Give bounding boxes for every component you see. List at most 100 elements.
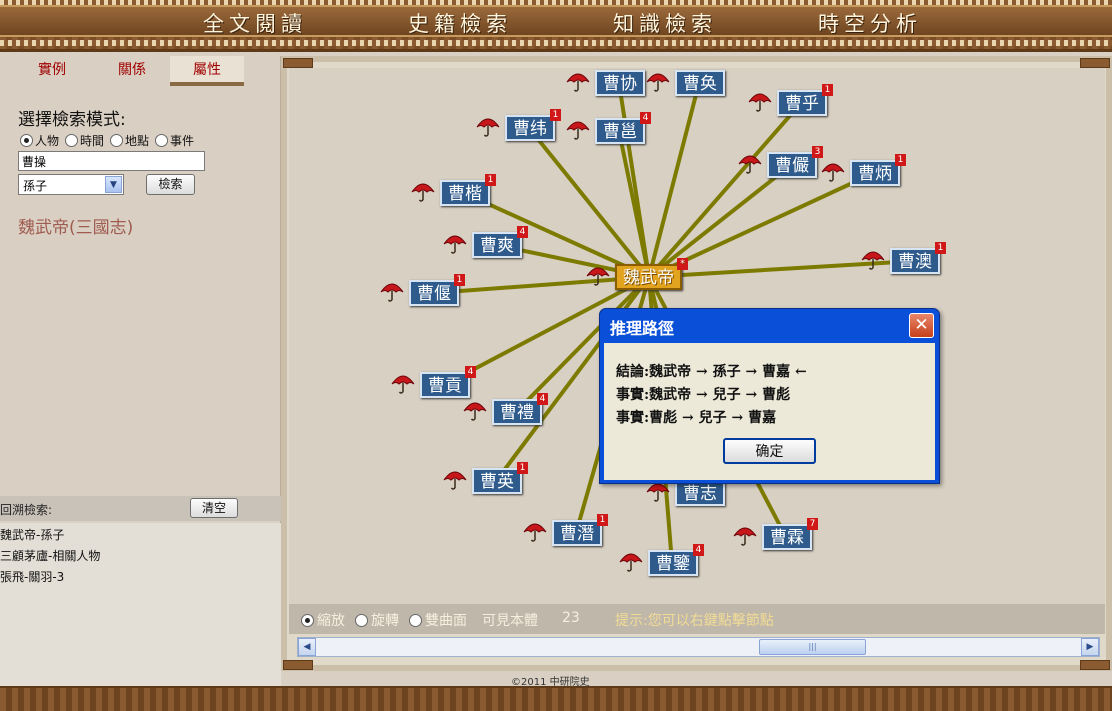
visible-count: 23 — [562, 610, 580, 626]
graph-node[interactable]: 曹协 — [595, 70, 645, 96]
history-item[interactable]: 魏武帝-孫子 — [0, 525, 281, 546]
umbrella-icon[interactable] — [732, 522, 758, 546]
tab-instance[interactable]: 實例 — [6, 56, 98, 86]
hyperbolic-radio[interactable]: 雙曲面 — [409, 610, 467, 630]
mode-event-label: 事件 — [170, 134, 195, 148]
umbrella-icon[interactable] — [475, 113, 501, 137]
umbrella-icon[interactable] — [565, 116, 591, 140]
graph-node[interactable]: 曹英 1 — [472, 462, 528, 494]
rotate-radio[interactable]: 旋轉 — [355, 610, 399, 630]
graph-node[interactable]: 曹爽 4 — [472, 226, 528, 258]
search-button[interactable]: 檢索 — [146, 174, 195, 195]
scroll-right-icon[interactable]: ▶ — [1081, 638, 1099, 656]
radio-icon — [355, 613, 368, 627]
clear-history-button[interactable]: 清空 — [190, 498, 238, 518]
graph-node[interactable]: 曹澳 1 — [890, 242, 946, 274]
mode-person-radio[interactable]: 人物 — [20, 132, 59, 149]
umbrella-icon[interactable] — [379, 278, 405, 302]
umbrella-icon[interactable] — [565, 68, 591, 92]
umbrella-icon[interactable] — [585, 262, 611, 286]
node-count-badge: 1 — [895, 154, 906, 166]
radio-icon — [65, 134, 79, 147]
graph-node[interactable]: 曹霖 7 — [762, 518, 818, 550]
nav-spacetime-analysis[interactable]: 時空分析 — [818, 8, 922, 38]
umbrella-icon[interactable] — [442, 466, 468, 490]
scrollbar-thumb[interactable]: ||| — [759, 639, 866, 655]
frame-corner-ornament — [1080, 660, 1110, 670]
umbrella-icon[interactable] — [462, 397, 488, 421]
graph-node[interactable]: 曹禮 4 — [492, 393, 548, 425]
graph-node[interactable]: 曹纬 1 — [505, 109, 561, 141]
tab-relation[interactable]: 關係 — [86, 56, 178, 86]
umbrella-icon[interactable] — [522, 518, 548, 542]
dialog-title: 推理路徑 — [610, 319, 675, 338]
umbrella-icon[interactable] — [645, 68, 671, 92]
left-panel: 實例 關係 屬性 選擇檢索模式: 人物 時間 地點 事件 孫子 ▼ 檢索 魏武帝… — [0, 56, 281, 686]
node-count-badge: 1 — [935, 242, 946, 254]
dialog-body: 結論:魏武帝 → 孫子 → 曹嘉 ← 事實:魏武帝 → 兒子 → 曹彪 事實:曹… — [604, 343, 935, 480]
umbrella-icon[interactable] — [860, 246, 886, 270]
nav-knowledge-search[interactable]: 知識檢索 — [613, 8, 717, 38]
tab-attribute[interactable]: 屬性 — [170, 56, 244, 86]
left-tabs: 實例 關係 屬性 — [0, 56, 281, 86]
history-item[interactable]: 張飛-關羽-3 — [0, 567, 281, 588]
node-count-badge: 1 — [485, 174, 496, 186]
nav-full-text-reading[interactable]: 全文閱讀 — [203, 8, 307, 38]
graph-node[interactable]: 曹楷 1 — [440, 174, 496, 206]
node-count-badge: 3 — [812, 146, 823, 158]
node-count-badge: 4 — [693, 544, 704, 556]
scroll-left-icon[interactable]: ◀ — [298, 638, 316, 656]
graph-node-label: 曹霖 — [770, 528, 804, 548]
search-result-link[interactable]: 魏武帝(三國志) — [18, 213, 133, 238]
dialog-line-fact: 事實:曹彪 → 兒子 → 曹嘉 — [616, 410, 777, 426]
graph-node[interactable]: 曹儼 3 — [767, 146, 823, 178]
umbrella-icon[interactable] — [737, 150, 763, 174]
umbrella-icon[interactable] — [390, 370, 416, 394]
graph-node[interactable]: 曹鑒 4 — [648, 544, 704, 576]
umbrella-icon[interactable] — [442, 230, 468, 254]
history-item[interactable]: 三顧茅廬-相關人物 — [0, 546, 281, 567]
umbrella-icon[interactable] — [747, 88, 773, 112]
fret-border-bottom — [0, 40, 1112, 46]
relation-select[interactable]: 孫子 ▼ — [18, 174, 124, 195]
close-icon[interactable]: ✕ — [909, 313, 934, 338]
graph-node-label: 曹偃 — [417, 284, 451, 304]
graph-node-label: 曹貢 — [428, 376, 462, 396]
graph-node[interactable]: 曹貢 4 — [420, 366, 476, 398]
graph-node[interactable]: 曹邕 4 — [595, 112, 651, 144]
nav-history-search[interactable]: 史籍檢索 — [408, 8, 512, 38]
graph-center-node[interactable]: 魏武帝 * — [615, 258, 688, 290]
mode-time-radio[interactable]: 時間 — [65, 132, 104, 149]
node-count-badge: * — [677, 258, 688, 270]
umbrella-icon[interactable] — [820, 158, 846, 182]
umbrella-icon[interactable] — [618, 548, 644, 572]
graph-node[interactable]: 曹偃 1 — [409, 274, 465, 306]
chevron-down-icon[interactable]: ▼ — [105, 176, 122, 193]
node-count-badge: 1 — [517, 462, 528, 474]
mode-event-radio[interactable]: 事件 — [155, 132, 194, 149]
umbrella-icon[interactable] — [410, 178, 436, 202]
node-count-badge: 4 — [465, 366, 476, 378]
node-count-badge: 1 — [822, 84, 833, 96]
zoom-radio[interactable]: 縮放 — [301, 610, 345, 630]
mode-place-label: 地點 — [125, 134, 150, 148]
graph-node[interactable]: 曹奂 — [675, 70, 725, 96]
graph-node-label: 曹炳 — [858, 164, 892, 184]
horizontal-scrollbar[interactable]: ◀ ||| ▶ — [297, 637, 1100, 657]
graph-node[interactable]: 曹乎 1 — [777, 84, 833, 116]
relation-select-value: 孫子 — [23, 179, 48, 193]
bottom-banner — [0, 686, 1112, 711]
graph-node[interactable]: 曹炳 1 — [850, 154, 906, 186]
dialog-ok-button[interactable]: 确定 — [723, 438, 816, 464]
search-input[interactable] — [18, 151, 205, 171]
graph-node-label: 曹奂 — [683, 74, 717, 94]
radio-icon — [409, 613, 422, 627]
graph-node-label: 魏武帝 — [623, 268, 674, 288]
node-count-badge: 4 — [537, 393, 548, 405]
mode-place-radio[interactable]: 地點 — [110, 132, 149, 149]
radio-selected-icon — [20, 134, 33, 147]
graph-node[interactable]: 曹潛 1 — [552, 514, 608, 546]
radio-icon — [155, 134, 169, 147]
history-label: 回溯檢索: — [0, 503, 53, 517]
graph-node-label: 曹潛 — [560, 524, 594, 544]
